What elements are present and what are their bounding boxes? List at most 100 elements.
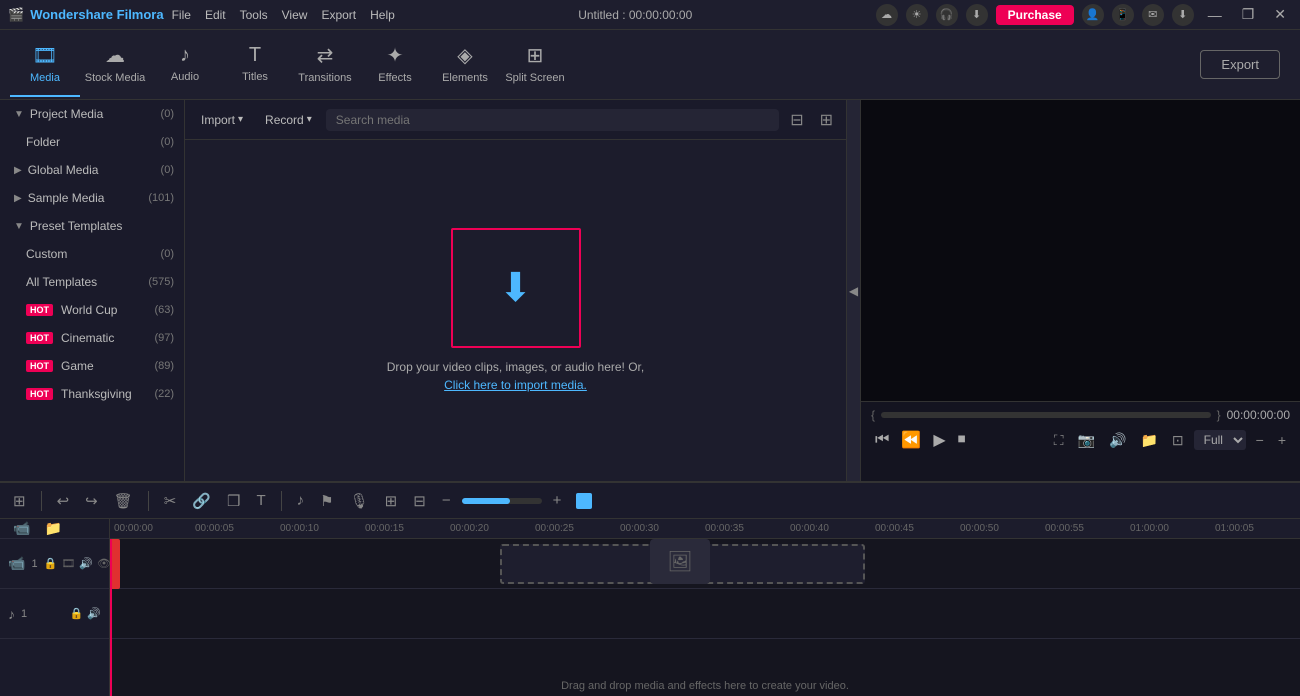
- zoom-out-button[interactable]: −: [1252, 430, 1268, 450]
- download2-icon[interactable]: ⬇: [1172, 4, 1194, 26]
- record-button[interactable]: Record ▾: [257, 109, 320, 131]
- toolbar-audio[interactable]: ♪ Audio: [150, 32, 220, 97]
- drag-thumbnail[interactable]: 🖼: [650, 539, 710, 584]
- purchase-button[interactable]: Purchase: [996, 5, 1074, 25]
- text-button[interactable]: T: [252, 490, 271, 511]
- sidebar-item-preset-templates[interactable]: ▼ Preset Templates: [0, 212, 184, 240]
- collab-button[interactable]: ⊞: [380, 490, 403, 512]
- crop-button[interactable]: ❒: [222, 490, 245, 512]
- step-back-button[interactable]: ⏮: [871, 427, 893, 453]
- add-audio-track-button[interactable]: 📁: [39, 518, 66, 539]
- zoom-in-button[interactable]: +: [1274, 430, 1290, 450]
- toolbar-elements[interactable]: ◈ Elements: [430, 32, 500, 97]
- preview-scrubber[interactable]: [881, 412, 1211, 418]
- grid-icon[interactable]: ⊞: [815, 108, 838, 132]
- aspect-button[interactable]: ⊡: [1168, 430, 1188, 451]
- link-button[interactable]: 🔗: [187, 490, 216, 512]
- user-avatar[interactable]: 👤: [1082, 4, 1104, 26]
- sidebar-item-folder[interactable]: Folder (0): [0, 128, 184, 156]
- sidebar-item-thanksgiving[interactable]: HOT Thanksgiving (22): [0, 380, 184, 408]
- headset-icon[interactable]: 🎧: [936, 4, 958, 26]
- filter-icon[interactable]: ⊟: [785, 108, 808, 132]
- delete-button[interactable]: 🗑: [109, 490, 138, 512]
- sidebar-item-world-cup[interactable]: HOT World Cup (63): [0, 296, 184, 324]
- undo-button[interactable]: ↩: [52, 490, 75, 512]
- toolbar-transitions[interactable]: ⇄ Transitions: [290, 32, 360, 97]
- play-button[interactable]: ▶: [929, 426, 949, 454]
- toolbar-stock-media[interactable]: ☁ Stock Media: [80, 32, 150, 97]
- chevron-down-icon: ▼: [14, 109, 24, 120]
- menu-item-edit[interactable]: Edit: [205, 8, 226, 22]
- drop-box[interactable]: ⬇: [451, 228, 581, 348]
- toolbar: 🎞 Media ☁ Stock Media ♪ Audio T Titles ⇄…: [0, 30, 1300, 100]
- fullscreen-button[interactable]: ⛶: [1050, 430, 1068, 451]
- timeline-ruler[interactable]: 00:00:00 00:00:05 00:00:10 00:00:15 00:0…: [110, 519, 1300, 539]
- folder-button[interactable]: 📁: [1136, 430, 1161, 451]
- chevron-down2-icon: ▼: [14, 221, 24, 232]
- snapshot-button[interactable]: 📷: [1074, 430, 1099, 451]
- timeline-ruler-area: 00:00:00 00:00:05 00:00:10 00:00:15 00:0…: [110, 519, 1300, 696]
- zoom-plus-tl[interactable]: +: [548, 490, 567, 511]
- clip-mode-button[interactable]: 🎞: [61, 557, 75, 570]
- sidebar-item-cinematic[interactable]: HOT Cinematic (97): [0, 324, 184, 352]
- import-button[interactable]: Import ▾: [193, 109, 251, 131]
- frame-back-button[interactable]: ⏪: [897, 426, 925, 454]
- mute-track-button[interactable]: 🔊: [79, 557, 93, 570]
- download-icon[interactable]: ⬇: [966, 4, 988, 26]
- collapse-panel-button[interactable]: ◀: [846, 100, 860, 481]
- close-button[interactable]: ✕: [1268, 4, 1292, 25]
- menu-item-help[interactable]: Help: [370, 8, 395, 22]
- audio-track-button[interactable]: ♪: [292, 490, 310, 511]
- minimize-button[interactable]: —: [1202, 5, 1228, 25]
- timeline-grid-button[interactable]: ⊞: [8, 490, 31, 512]
- lock-track-button[interactable]: 🔒: [44, 557, 58, 570]
- center-area: Import ▾ Record ▾ ⊟ ⊞ ⬇ Drop your video …: [185, 100, 860, 481]
- split-button[interactable]: ✂: [159, 490, 182, 512]
- sidebar-item-all-templates[interactable]: All Templates (575): [0, 268, 184, 296]
- sidebar-item-global-media[interactable]: ▶ Global Media (0): [0, 156, 184, 184]
- titlebar-title: Untitled : 00:00:00:00: [578, 8, 692, 22]
- export-button[interactable]: Export: [1200, 50, 1280, 79]
- menu-item-view[interactable]: View: [282, 8, 308, 22]
- timeline-zoom-slider[interactable]: [462, 498, 542, 504]
- sidebar-item-game[interactable]: HOT Game (89): [0, 352, 184, 380]
- active-tool-indicator: [576, 493, 592, 509]
- menu-item-tools[interactable]: Tools: [240, 8, 268, 22]
- cloud-icon[interactable]: ☁: [876, 4, 898, 26]
- search-input[interactable]: [326, 109, 779, 131]
- add-clip-track-button[interactable]: 📹: [8, 518, 35, 539]
- phone-icon[interactable]: 📱: [1112, 4, 1134, 26]
- mute-audio-button[interactable]: 🔊: [87, 607, 101, 620]
- sidebar-item-sample-media[interactable]: ▶ Sample Media (101): [0, 184, 184, 212]
- sidebar-item-project-media[interactable]: ▼ Project Media (0): [0, 100, 184, 128]
- stop-button[interactable]: ⏹: [954, 427, 970, 453]
- mail-icon[interactable]: ✉: [1142, 4, 1164, 26]
- titlebar-controls: ☁ ☀ 🎧 ⬇ Purchase 👤 📱 ✉ ⬇ — ❐ ✕: [876, 4, 1292, 26]
- pip-button[interactable]: ⊟: [408, 490, 431, 512]
- in-point-icon: {: [871, 408, 875, 422]
- playhead[interactable]: [110, 539, 112, 696]
- record-tl-button[interactable]: 🎙: [345, 490, 374, 512]
- audio-track-label: ♪ 1 🔒 🔊: [0, 589, 109, 639]
- menu-item-file[interactable]: File: [172, 8, 191, 22]
- toolbar-effects[interactable]: ✦ Effects: [360, 32, 430, 97]
- menu-item-export[interactable]: Export: [321, 8, 356, 22]
- toolbar-splitscreen[interactable]: ⊞ Split Screen: [500, 32, 570, 97]
- quality-select[interactable]: Full 1/2 1/4 1/8: [1194, 430, 1246, 450]
- marker-button[interactable]: ⚑: [315, 490, 338, 512]
- ruler-mark-30: 00:00:30: [620, 523, 705, 534]
- toolbar-titles[interactable]: T Titles: [220, 32, 290, 97]
- speaker-button[interactable]: 🔊: [1105, 430, 1130, 451]
- hide-track-button[interactable]: 👁: [97, 557, 111, 570]
- redo-button[interactable]: ↪: [80, 490, 103, 512]
- maximize-button[interactable]: ❐: [1236, 4, 1261, 25]
- lock-audio-button[interactable]: 🔒: [70, 607, 84, 620]
- audio-track-tools: 🔒 🔊: [70, 607, 101, 620]
- video-track-icon: 📹: [8, 555, 25, 572]
- import-link[interactable]: Click here to import media.: [444, 378, 587, 392]
- sidebar-item-custom[interactable]: Custom (0): [0, 240, 184, 268]
- zoom-minus-tl[interactable]: −: [437, 490, 456, 511]
- toolbar-media[interactable]: 🎞 Media: [10, 32, 80, 97]
- media-drop-area[interactable]: ⬇ Drop your video clips, images, or audi…: [185, 140, 846, 481]
- sun-icon[interactable]: ☀: [906, 4, 928, 26]
